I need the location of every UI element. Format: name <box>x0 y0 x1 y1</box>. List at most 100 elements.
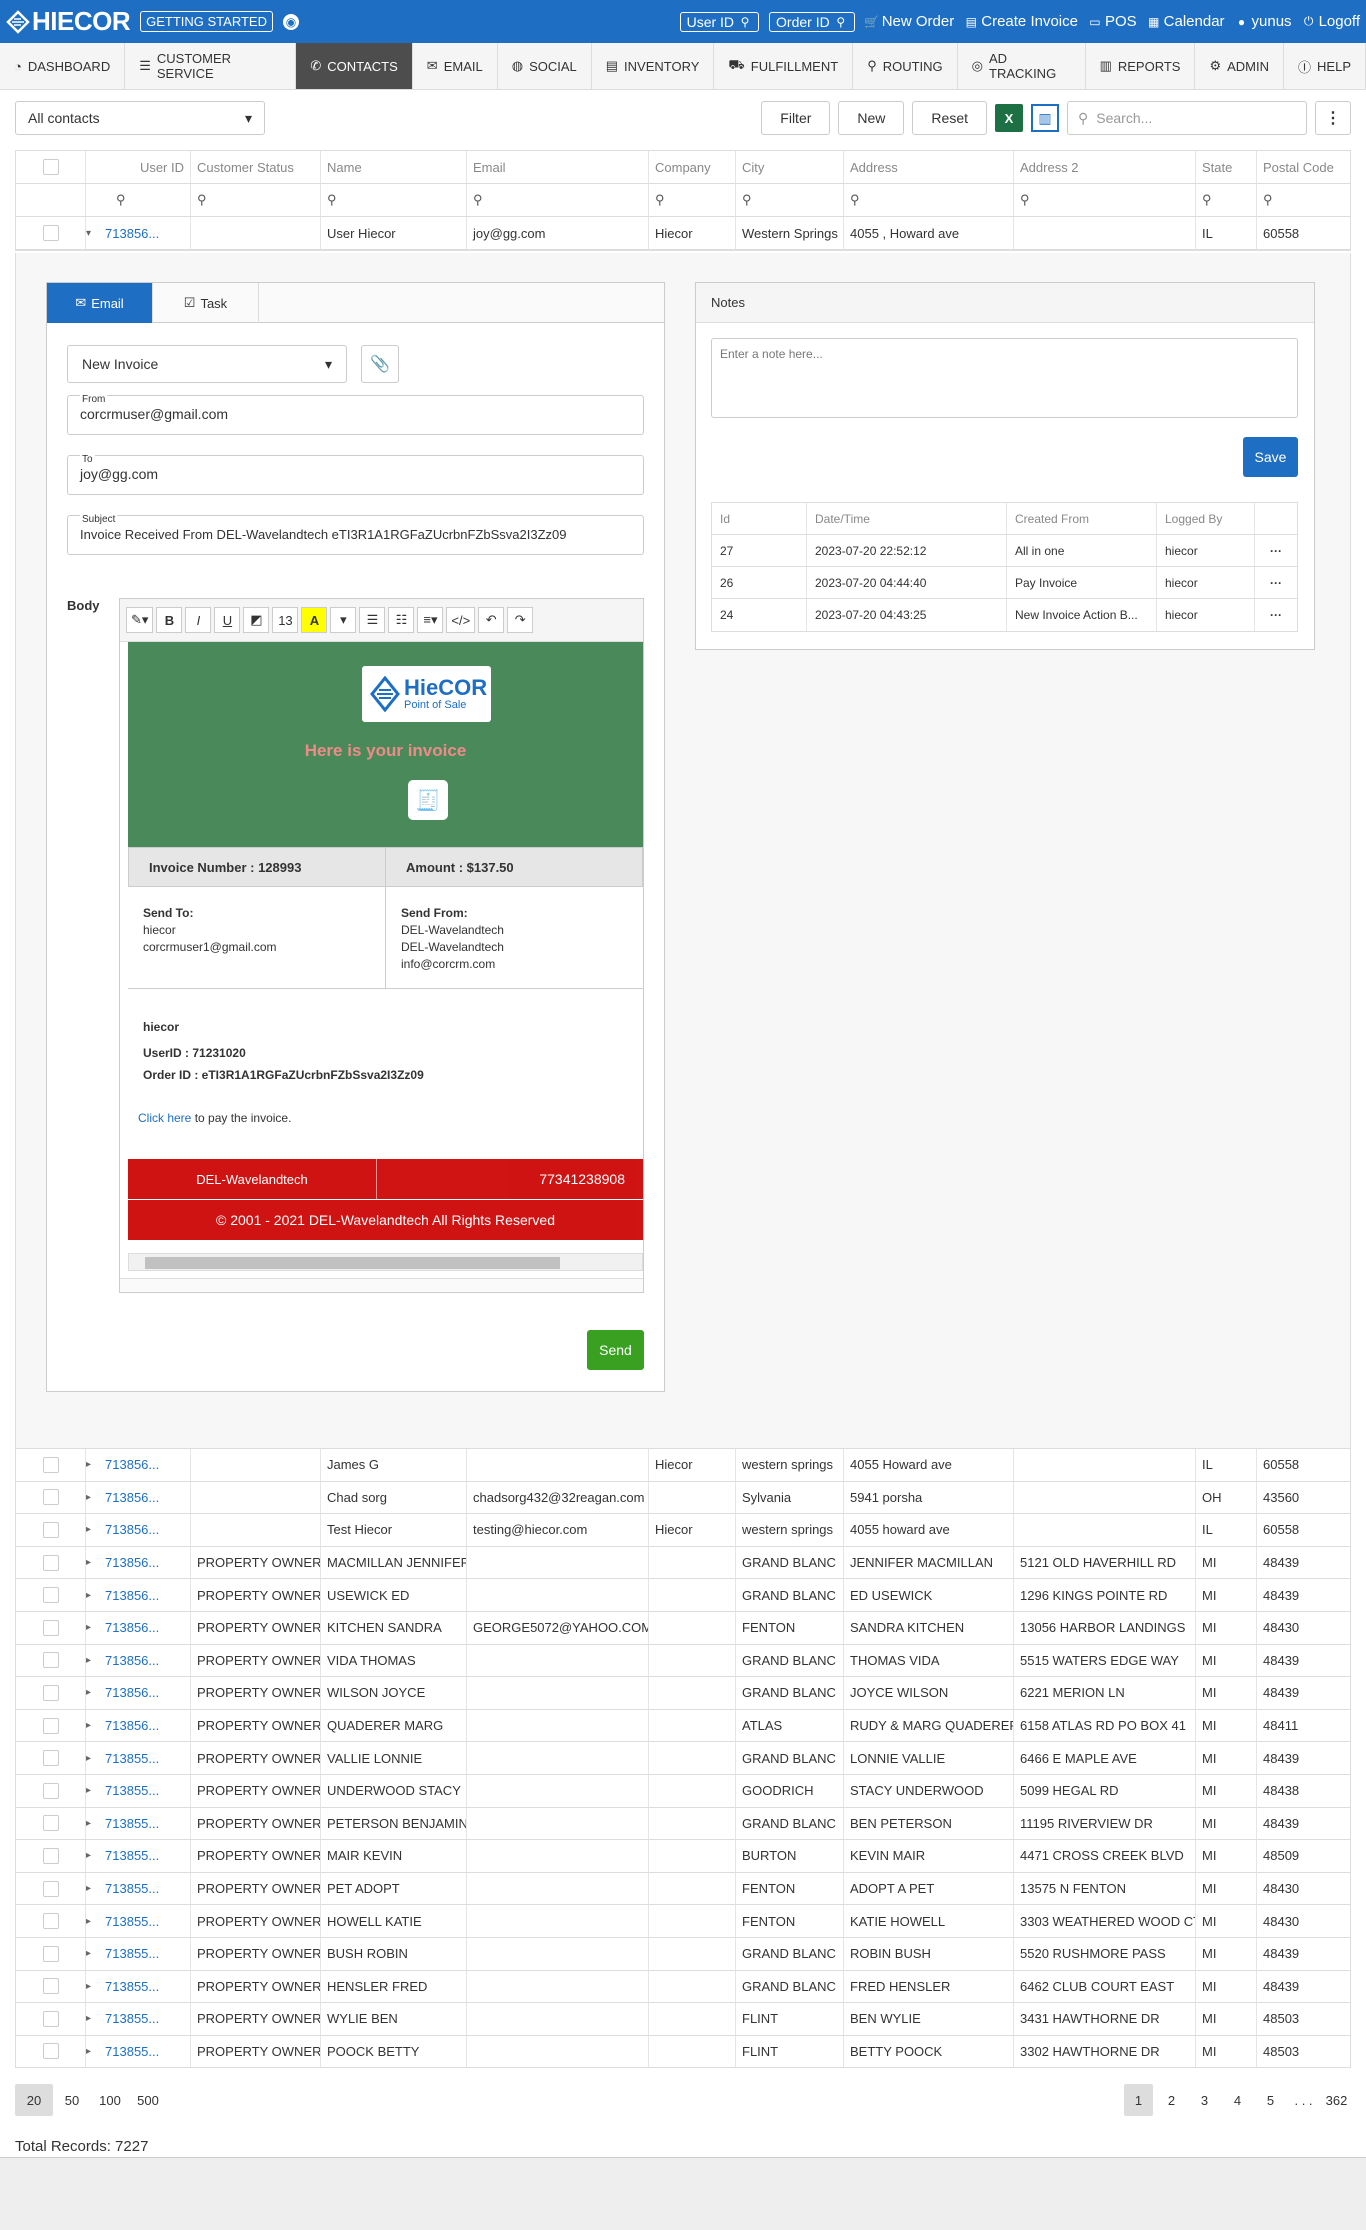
text-color-button[interactable]: A <box>301 607 328 633</box>
page-size-option[interactable]: 20 <box>15 2084 53 2116</box>
create-invoice-link[interactable]: ▤ Create Invoice <box>964 13 1078 30</box>
filter-user-id[interactable]: ⚲ <box>86 184 191 216</box>
reset-button[interactable]: Reset <box>912 101 987 135</box>
col-state[interactable]: State <box>1196 151 1257 183</box>
chevron-right-icon[interactable]: ▸ <box>86 2013 91 2024</box>
user-id-link[interactable]: 713856... <box>105 1457 159 1472</box>
user-id-link[interactable]: 713856... <box>105 1718 159 1733</box>
more-icon[interactable]: ··· <box>1255 599 1297 631</box>
user-id-link[interactable]: 713855... <box>105 1783 159 1798</box>
nav-help[interactable]: ⓘ HELP <box>1284 43 1366 89</box>
user-id-link[interactable]: 713856... <box>105 1490 159 1505</box>
col-id[interactable]: Id <box>712 503 807 534</box>
row-checkbox[interactable] <box>42 1489 59 1506</box>
row-checkbox[interactable] <box>42 1652 59 1669</box>
table-row[interactable]: ▸ 713855... PROPERTY OWNER PET ADOPT FENTON A… <box>16 1872 1350 1906</box>
pay-invoice-link[interactable]: Click here <box>138 1111 191 1125</box>
table-row[interactable]: ▸ 713856... PROPERTY OWNER MACMILLAN JENNIF… <box>16 1546 1350 1580</box>
table-row[interactable]: ▸ 713855... PROPERTY OWNER UNDERWOOD STACY G… <box>16 1774 1350 1808</box>
filter-postal[interactable]: ⚲ <box>1257 184 1350 216</box>
subject-field[interactable]: Subject Invoice Received From DEL-Wavelan… <box>67 514 644 555</box>
filter-state[interactable]: ⚲ <box>1196 184 1257 216</box>
row-checkbox[interactable] <box>42 1717 59 1734</box>
table-row[interactable]: ▸ 713856... James G Hiecor western springs 40… <box>16 1449 1350 1482</box>
user-id-link[interactable]: 713856... <box>105 1555 159 1570</box>
note-input[interactable]: Enter a note here... <box>711 338 1298 418</box>
redo-icon[interactable]: ↷ <box>507 607 534 633</box>
chevron-right-icon[interactable]: ▸ <box>86 1916 91 1927</box>
more-icon[interactable]: ··· <box>1255 567 1297 598</box>
nav-dashboard[interactable]: ◔ DASHBOARD <box>0 43 126 89</box>
chevron-right-icon[interactable]: ▸ <box>86 1753 91 1764</box>
chevron-right-icon[interactable]: ▸ <box>86 1622 91 1633</box>
table-row[interactable]: ▸ 713856... PROPERTY OWNER QUADERER MARG ATL… <box>16 1709 1350 1743</box>
user-id-link[interactable]: 713855... <box>105 1946 159 1961</box>
chevron-right-icon[interactable]: ▸ <box>86 1459 91 1470</box>
row-checkbox[interactable] <box>42 1521 59 1538</box>
attachment-button[interactable]: 📎 <box>361 345 399 383</box>
nav-ad-tracking[interactable]: ◎ AD TRACKING <box>958 43 1086 89</box>
scrollbar-thumb[interactable] <box>145 1257 560 1269</box>
editor-resize-handle[interactable] <box>120 1278 643 1292</box>
brand-logo[interactable]: HIECOR <box>6 6 131 37</box>
user-id-link[interactable]: 713856... <box>105 1588 159 1603</box>
user-menu[interactable]: ● yunus <box>1235 13 1292 30</box>
numbered-list-icon[interactable]: ☷ <box>388 607 415 633</box>
table-row[interactable]: ▸ 713855... PROPERTY OWNER VALLIE LONNIE GRA… <box>16 1742 1350 1775</box>
filter-button[interactable]: Filter <box>761 101 831 135</box>
chevron-right-icon[interactable]: ▸ <box>86 1720 91 1731</box>
table-row[interactable]: ▸ 713855... PROPERTY OWNER MAIR KEVIN BURTON… <box>16 1840 1350 1873</box>
user-id-link[interactable]: 713855... <box>105 1751 159 1766</box>
page-link[interactable]: 4 <box>1223 2084 1252 2116</box>
chevron-right-icon[interactable]: ▸ <box>86 1492 91 1503</box>
bold-button[interactable]: B <box>156 607 183 633</box>
font-size-select[interactable]: 13 <box>272 607 299 633</box>
user-id-link[interactable]: 713856... <box>105 1620 159 1635</box>
pos-link[interactable]: ▭ POS <box>1088 13 1136 30</box>
col-name[interactable]: Name <box>321 151 467 183</box>
table-row[interactable]: ▸ 713856... Chad sorg chadsorg432@32reagan.… <box>16 1481 1350 1515</box>
columns-icon[interactable]: ▥ <box>1031 104 1059 132</box>
user-id-link[interactable]: 713855... <box>105 2011 159 2026</box>
table-row[interactable]: ▸ 713856... PROPERTY OWNER WILSON JOYCE GRAN… <box>16 1677 1350 1710</box>
more-icon[interactable]: ··· <box>1255 535 1297 566</box>
col-datetime[interactable]: Date/Time <box>807 503 1007 534</box>
row-checkbox[interactable] <box>42 1978 59 1995</box>
page-link[interactable]: 2 <box>1157 2084 1186 2116</box>
col-address[interactable]: Address <box>844 151 1014 183</box>
row-checkbox[interactable] <box>42 1782 59 1799</box>
nav-contacts[interactable]: ✆ CONTACTS <box>296 43 413 89</box>
page-link[interactable]: 3 <box>1190 2084 1219 2116</box>
user-id-link[interactable]: 713855... <box>105 1881 159 1896</box>
page-link[interactable]: 1 <box>1124 2084 1153 2116</box>
undo-icon[interactable]: ↶ <box>478 607 505 633</box>
table-row[interactable]: ▸ 713856... PROPERTY OWNER VIDA THOMAS GRAND… <box>16 1644 1350 1678</box>
chevron-right-icon[interactable]: ▸ <box>86 1883 91 1894</box>
filter-address2[interactable]: ⚲ <box>1014 184 1196 216</box>
col-user-id[interactable]: User ID <box>86 151 191 183</box>
search-input[interactable]: Search... <box>1096 110 1152 126</box>
nav-routing[interactable]: ⚲ ROUTING <box>853 43 958 89</box>
excel-export-icon[interactable]: X <box>995 104 1023 132</box>
nav-reports[interactable]: ▥ REPORTS <box>1086 43 1196 89</box>
filter-address[interactable]: ⚲ <box>844 184 1014 216</box>
chevron-right-icon[interactable]: ▸ <box>86 2046 91 2057</box>
getting-started-button[interactable]: GETTING STARTED <box>140 11 273 32</box>
table-row[interactable]: ▸ 713855... PROPERTY OWNER POOCK BETTY FLINT… <box>16 2035 1350 2069</box>
table-row[interactable]: ▸ 713855... PROPERTY OWNER PETERSON BENJAMI… <box>16 1807 1350 1841</box>
eraser-icon[interactable]: ◩ <box>243 607 270 633</box>
bullet-list-icon[interactable]: ☰ <box>359 607 386 633</box>
email-template-select[interactable]: New Invoice ▾ <box>67 345 347 383</box>
user-id-link[interactable]: 713855... <box>105 2044 159 2059</box>
row-checkbox[interactable] <box>42 1945 59 1962</box>
nav-customer-service[interactable]: ☰ CUSTOMER SERVICE <box>125 43 297 89</box>
table-row[interactable]: ▸ 713855... PROPERTY OWNER HENSLER FRED GRAN… <box>16 1970 1350 2004</box>
rich-text-editor[interactable]: ✎▾ B I U ◩ 13 A ▾ ☰ ☷ ≡▾ </> ↶ ↷ HieCOR P… <box>119 598 644 1293</box>
new-button[interactable]: New <box>838 101 905 135</box>
chevron-down-icon[interactable]: ▾ <box>86 228 91 239</box>
page-link[interactable]: 362 <box>1322 2084 1351 2116</box>
user-id-link[interactable]: 713856... <box>105 1653 159 1668</box>
table-row-expanded[interactable]: ▾ 713856... User Hiecor joy@gg.com Hiecor… <box>16 217 1350 250</box>
col-postal[interactable]: Postal Code <box>1257 151 1350 183</box>
page-size-option[interactable]: 50 <box>53 2084 91 2116</box>
